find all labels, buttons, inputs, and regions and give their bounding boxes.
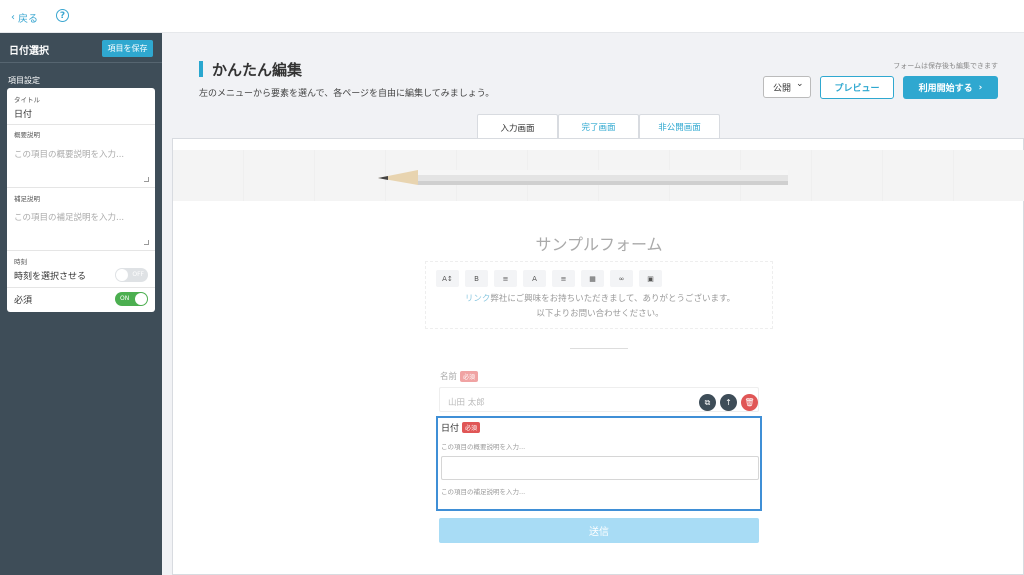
table-icon[interactable]: ▦	[581, 270, 604, 287]
divider	[7, 124, 155, 125]
text-color-icon[interactable]: A	[523, 270, 546, 287]
toggle-state: ON	[120, 295, 130, 302]
font-size-icon[interactable]: A↕	[436, 270, 459, 287]
publish-select[interactable]: 公開 ⌄	[763, 76, 811, 98]
resize-handle-icon[interactable]	[144, 177, 149, 182]
help-icon[interactable]: ?	[56, 9, 69, 22]
publish-value: 公開	[773, 83, 792, 94]
duplicate-icon[interactable]: ⧉	[699, 394, 716, 411]
start-using-button[interactable]: 利用開始する ›	[903, 76, 998, 99]
chevron-down-icon: ⌄	[796, 79, 804, 89]
name-field-label: 名前 必須	[440, 370, 479, 382]
title-accent-bar	[199, 61, 203, 77]
intro-line-1: リンク弊社にご興味をお持ちいただきまして、ありがとうございます。	[426, 292, 774, 307]
form-canvas: サンプルフォーム A↕ B ≡ A ≡ ▦ ∞ ▣ リンク弊社にご興味をお持ちい…	[172, 138, 1024, 575]
intro-line-2: 以下よりお問い合わせください。	[536, 309, 664, 319]
bold-icon[interactable]: B	[465, 270, 488, 287]
summary-textarea[interactable]: この項目の概要説明を入力...	[14, 148, 124, 160]
toggle-knob	[135, 293, 147, 305]
chevron-left-icon: ‹	[11, 12, 15, 23]
supplement-textarea[interactable]: この項目の補足説明を入力...	[14, 211, 124, 223]
pencil-image-icon	[378, 170, 788, 185]
intro-editor[interactable]: A↕ B ≡ A ≡ ▦ ∞ ▣ リンク弊社にご興味をお持ちいただきまして、あり…	[425, 261, 773, 329]
time-label: 時刻	[14, 258, 27, 266]
back-label: 戻る	[18, 14, 38, 25]
tab-complete-screen[interactable]: 完了画面	[558, 114, 639, 138]
divider	[7, 287, 155, 288]
page-title: かんたん編集	[212, 61, 303, 79]
date-summary-text: この項目の概要説明を入力...	[441, 443, 526, 451]
resize-handle-icon[interactable]	[144, 240, 149, 245]
save-note: フォームは保存後も編集できます	[893, 62, 998, 70]
name-label-text: 名前	[440, 372, 458, 382]
save-item-button[interactable]: 項目を保存	[102, 40, 153, 57]
back-link[interactable]: ‹ 戻る	[11, 10, 38, 25]
tab-private-screen[interactable]: 非公開画面	[639, 114, 720, 138]
date-field-label: 日付 必須	[441, 421, 481, 434]
top-bar: ‹ 戻る ?	[0, 0, 1024, 33]
toggle-knob	[116, 269, 128, 281]
divider	[7, 250, 155, 251]
chevron-right-icon: ›	[978, 82, 983, 93]
summary-field-label: 概要説明	[14, 131, 40, 139]
section-label: 項目設定	[8, 76, 40, 85]
tab-input-screen[interactable]: 入力画面	[477, 114, 558, 140]
title-field-input[interactable]: 日付	[14, 107, 32, 120]
sidebar-title: 日付選択	[9, 46, 49, 57]
header-image[interactable]	[173, 150, 1024, 201]
time-toggle-label: 時刻を選択させる	[14, 272, 87, 282]
required-badge: 必須	[460, 370, 479, 382]
required-toggle-label: 必須	[14, 296, 33, 306]
time-toggle[interactable]: OFF	[115, 268, 148, 282]
required-badge: 必須	[462, 422, 481, 433]
intro-link[interactable]: リンク	[465, 294, 491, 304]
toggle-state: OFF	[132, 271, 144, 278]
selected-date-field[interactable]: 日付 必須 この項目の概要説明を入力... この項目の補足説明を入力...	[436, 416, 762, 511]
supplement-field-label: 補足説明	[14, 195, 40, 203]
image-icon[interactable]: ▣	[639, 270, 662, 287]
form-title[interactable]: サンプルフォーム	[173, 231, 1024, 255]
settings-card: タイトル 日付 概要説明 この項目の概要説明を入力... 補足説明 この項目の補…	[7, 88, 155, 312]
preview-button[interactable]: プレビュー	[820, 76, 894, 99]
list-icon[interactable]: ≡	[494, 270, 517, 287]
sidebar-header: 日付選択 項目を保存	[0, 33, 162, 63]
required-toggle[interactable]: ON	[115, 292, 148, 306]
date-supplement-text: この項目の補足説明を入力...	[441, 488, 526, 496]
intro-line-1-text: 弊社にご興味をお持ちいただきまして、ありがとうございます。	[490, 294, 736, 304]
date-input[interactable]	[441, 456, 759, 480]
title-field-label: タイトル	[14, 96, 40, 104]
move-up-icon[interactable]: ↑	[720, 394, 737, 411]
rich-text-toolbar: A↕ B ≡ A ≡ ▦ ∞ ▣	[436, 270, 662, 287]
start-label: 利用開始する	[918, 84, 973, 94]
divider	[570, 348, 628, 349]
link-icon[interactable]: ∞	[610, 270, 633, 287]
sidebar: 日付選択 項目を保存 項目設定 タイトル 日付 概要説明 この項目の概要説明を入…	[0, 33, 162, 575]
date-label-text: 日付	[441, 424, 460, 434]
page-subtitle: 左のメニューから要素を選んで、各ページを自由に編集してみましょう。	[199, 89, 495, 99]
submit-button[interactable]: 送信	[439, 518, 759, 543]
divider	[7, 187, 155, 188]
delete-icon[interactable]: 🗑	[741, 394, 758, 411]
align-icon[interactable]: ≡	[552, 270, 575, 287]
